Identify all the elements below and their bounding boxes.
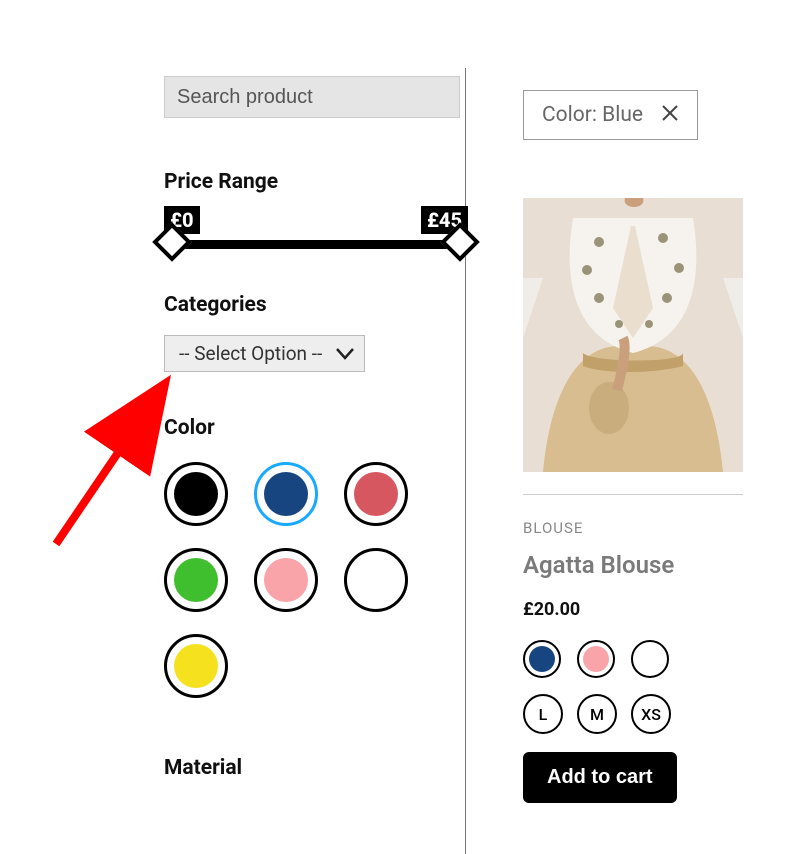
active-filter-chip: Color: Blue (523, 90, 698, 140)
search-input[interactable] (164, 76, 460, 118)
product-category: BLOUSE (523, 519, 807, 537)
color-swatch-black[interactable] (164, 462, 228, 526)
size-option-m[interactable]: M (577, 694, 617, 734)
product-color-pink[interactable] (577, 640, 615, 678)
color-swatch-red[interactable] (344, 462, 408, 526)
color-swatch-yellow[interactable] (164, 634, 228, 698)
color-heading: Color (164, 416, 439, 440)
categories-select[interactable]: -- Select Option -- (164, 335, 365, 372)
color-swatch-green[interactable] (164, 548, 228, 612)
categories-select-value: -- Select Option -- (179, 342, 322, 365)
size-option-xs[interactable]: XS (631, 694, 671, 734)
close-icon[interactable] (661, 104, 679, 127)
filter-chip-label: Color: Blue (542, 103, 643, 127)
material-heading: Material (164, 756, 439, 780)
color-swatch-blue[interactable] (254, 462, 318, 526)
color-swatch-white[interactable] (344, 548, 408, 612)
product-title[interactable]: Agatta Blouse (523, 551, 807, 579)
product-color-blue[interactable] (523, 640, 561, 678)
price-range-slider[interactable]: £0 £45 (164, 206, 439, 249)
price-range-heading: Price Range (164, 170, 439, 194)
product-color-white[interactable] (631, 640, 669, 678)
add-to-cart-button[interactable]: Add to cart (523, 752, 677, 803)
categories-heading: Categories (164, 293, 439, 317)
product-image[interactable] (523, 198, 743, 472)
size-option-l[interactable]: L (523, 694, 563, 734)
chevron-down-icon (336, 342, 354, 365)
product-price: £20.00 (523, 599, 807, 620)
color-swatch-pink[interactable] (254, 548, 318, 612)
